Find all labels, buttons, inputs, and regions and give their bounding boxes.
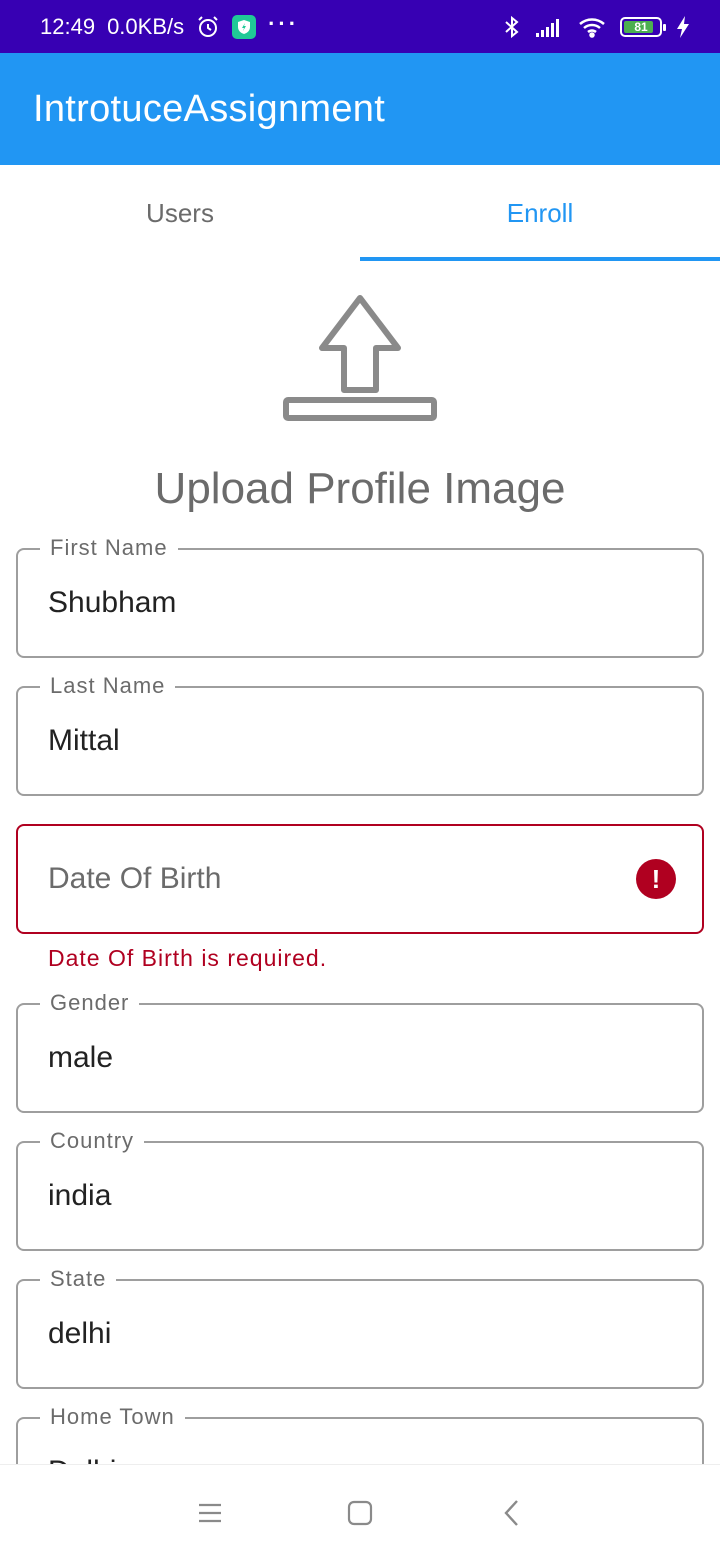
more-dots-icon: ···: [268, 10, 300, 36]
last-name-field[interactable]: Last Name Mittal: [16, 672, 704, 796]
back-icon[interactable]: [492, 1493, 532, 1533]
gender-value: male: [48, 1041, 114, 1074]
country-value: india: [48, 1179, 112, 1212]
home-square-icon[interactable]: [340, 1493, 380, 1533]
bluetooth-icon: [502, 15, 522, 39]
tab-users[interactable]: Users: [0, 165, 360, 261]
first-name-value: Shubham: [48, 586, 177, 619]
gender-field[interactable]: Gender male: [16, 989, 704, 1113]
battery-icon: 81: [620, 16, 666, 37]
upload-icon[interactable]: [280, 292, 440, 424]
shield-icon: [232, 14, 257, 39]
status-time: 12:49: [40, 13, 96, 39]
app-bar: IntrotuceAssignment: [0, 53, 720, 165]
upload-profile-image-label[interactable]: Upload Profile Image: [0, 464, 720, 514]
date-of-birth-error: Date Of Birth is required.: [48, 945, 328, 971]
screen: 12:49 0.0KB/s ··· 81 IntrotuceAssignment…: [0, 0, 720, 1560]
charging-icon: [676, 15, 690, 38]
country-field[interactable]: Country india: [16, 1127, 704, 1251]
wifi-icon: [578, 16, 606, 38]
tab-bar: Users Enroll: [0, 165, 720, 261]
menu-icon[interactable]: [190, 1493, 230, 1533]
last-name-value: Mittal: [48, 724, 120, 757]
date-of-birth-placeholder: Date Of Birth: [48, 862, 222, 895]
date-of-birth-field[interactable]: Date Of Birth !: [16, 824, 704, 934]
alarm-icon: [196, 15, 220, 39]
battery-level: 81: [634, 19, 648, 34]
first-name-field[interactable]: First Name Shubham: [16, 534, 704, 658]
app-title: IntrotuceAssignment: [33, 87, 386, 130]
state-field[interactable]: State delhi: [16, 1265, 704, 1389]
status-bar: 12:49 0.0KB/s ··· 81: [0, 0, 720, 53]
signal-icon: [536, 16, 564, 38]
tab-enroll[interactable]: Enroll: [360, 165, 720, 261]
state-value: delhi: [48, 1317, 112, 1350]
status-net-speed: 0.0KB/s: [107, 13, 185, 39]
system-nav-bar: [0, 1464, 720, 1560]
error-icon: !: [636, 859, 676, 899]
